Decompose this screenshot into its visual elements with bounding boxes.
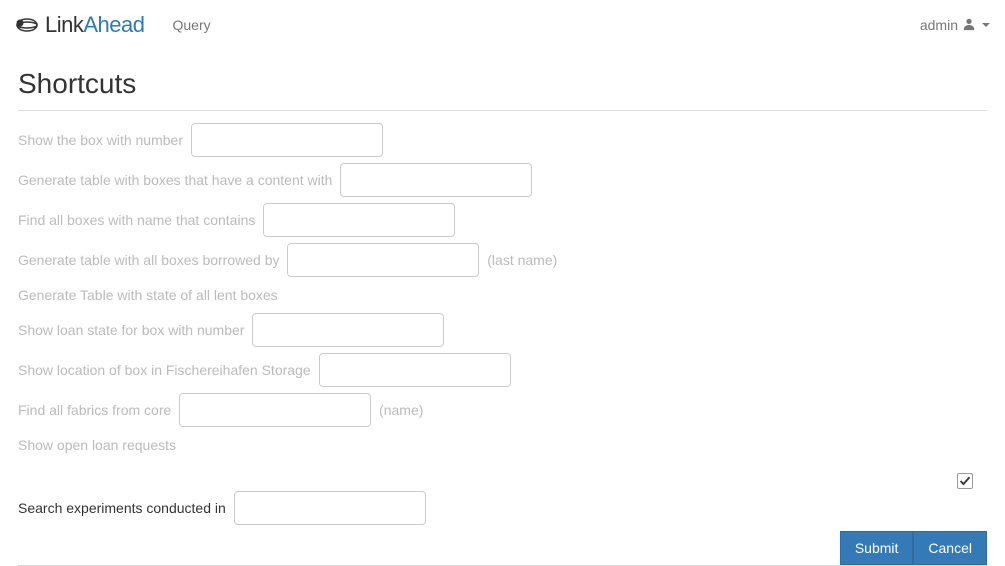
shortcut-label-pre: Search experiments conducted in [18,500,230,516]
shortcut-row-loan-state[interactable]: Show loan state for box with number [18,313,987,347]
shortcut-label-pre: Show open loan requests [18,437,176,453]
shortcut-row-box-number[interactable]: Show the box with number [18,123,987,157]
shortcut-label-post: (last name) [483,252,557,268]
submit-button[interactable]: Submit [840,531,914,565]
button-row: Submit Cancel [18,531,987,565]
shortcut-row-table-content[interactable]: Generate table with boxes that have a co… [18,163,987,197]
brand-link[interactable]: LinkAhead [15,12,144,38]
title-separator [18,110,987,111]
shortcut-row-fischereihafen[interactable]: Show location of box in Fischereihafen S… [18,353,987,387]
boxes-name-input[interactable] [263,203,455,237]
caret-down-icon [982,23,990,27]
shortcut-label-pre: Show location of box in Fischereihafen S… [18,362,315,378]
shortcut-label-pre: Find all fabrics from core [18,402,175,418]
brand-logo-icon [15,15,39,35]
active-row-checkbox[interactable] [957,473,973,489]
loan-state-input[interactable] [252,313,444,347]
brand-suffix: Ahead [83,12,144,37]
shortcut-row-open-loan[interactable]: Show open loan requests [18,433,987,457]
nav-query-link[interactable]: Query [172,17,210,33]
box-number-input[interactable] [191,123,383,157]
brand-prefix: Link [45,12,83,37]
shortcut-row-boxes-name[interactable]: Find all boxes with name that contains [18,203,987,237]
brand-text: LinkAhead [45,12,144,38]
user-icon [962,17,976,34]
shortcut-label-pre: Show the box with number [18,132,187,148]
cancel-button[interactable]: Cancel [913,531,987,565]
fabrics-core-input[interactable] [179,393,371,427]
fischereihafen-input[interactable] [319,353,511,387]
shortcut-label-pre: Find all boxes with name that contains [18,212,259,228]
shortcut-label-pre: Generate Table with state of all lent bo… [18,287,278,303]
shortcut-row-fabrics-core[interactable]: Find all fabrics from core (name) [18,393,987,427]
shortcut-row-borrowed-by[interactable]: Generate table with all boxes borrowed b… [18,243,987,277]
table-content-input[interactable] [340,163,532,197]
shortcut-label-pre: Generate table with all boxes borrowed b… [18,252,283,268]
shortcut-label-pre: Show loan state for box with number [18,322,248,338]
navbar-left: LinkAhead Query [15,12,211,38]
navbar: LinkAhead Query admin [0,0,1005,50]
shortcuts-list: Show the box with number Generate table … [18,123,987,469]
borrowed-by-input[interactable] [287,243,479,277]
shortcut-row-lent-boxes[interactable]: Generate Table with state of all lent bo… [18,283,987,307]
shortcut-label-post: (name) [375,402,423,418]
shortcuts-title: Shortcuts [18,68,987,102]
experiments-input[interactable] [234,491,426,525]
shortcut-label-pre: Generate table with boxes that have a co… [18,172,336,188]
main-container: Shortcuts Show the box with number Gener… [0,68,1005,566]
user-menu[interactable]: admin [920,17,990,34]
shortcut-row-experiments: Search experiments conducted in [18,491,987,525]
user-label: admin [920,17,958,33]
checkbox-row [18,473,987,489]
